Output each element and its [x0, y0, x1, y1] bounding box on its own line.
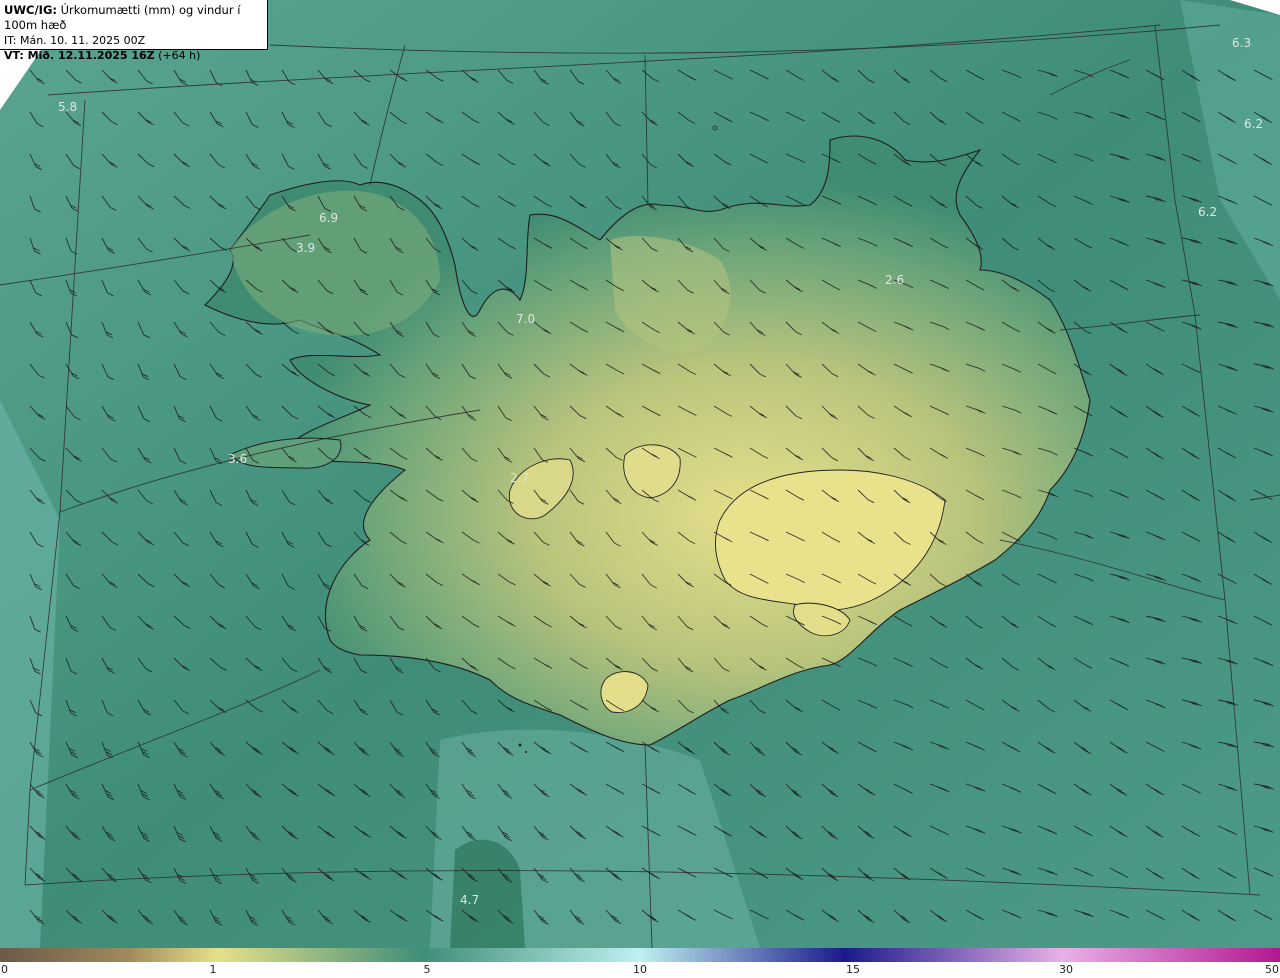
precipitation-wind-map: 5.8 6.9 3.9 7.0 3.6 2.7 2.6 6.3 6.2 6.2 … [0, 0, 1280, 948]
value-label: 2.6 [885, 273, 904, 287]
map-info-box: UWC/IG: Úrkomumætti (mm) og vindur í 100… [0, 0, 268, 62]
colorbar-tick: 50 [1265, 963, 1279, 976]
colorbar-tick: 15 [846, 963, 860, 976]
colorbar-labels: 0 1 5 10 15 30 50 [0, 962, 1280, 978]
init-label: IT: [4, 34, 17, 47]
value-label: 6.2 [1244, 117, 1263, 131]
colorbar-tick: 5 [423, 963, 431, 976]
colorbar-tick: 30 [1059, 963, 1073, 976]
valid-label: VT: [4, 49, 24, 62]
colorbar-tick: 1 [209, 963, 217, 976]
value-label: 7.0 [516, 312, 535, 326]
value-label: 3.9 [296, 241, 315, 255]
valid-time-line: VT: Mið. 12.11.2025 16Z (+64 h) [4, 48, 263, 63]
model-name: UWC/IG: [4, 3, 57, 17]
value-label: 5.8 [58, 100, 77, 114]
title-line: UWC/IG: Úrkomumætti (mm) og vindur í 100… [4, 3, 263, 33]
init-time-line: IT: Mán. 10. 11. 2025 00Z [4, 33, 263, 48]
value-label: 2.7 [510, 471, 529, 485]
colorbar-tick: 10 [633, 963, 647, 976]
value-label: 4.7 [460, 893, 479, 907]
colorbar [0, 948, 1280, 962]
colorbar-tick: 0 [1, 963, 8, 976]
lead-time: (+64 h) [154, 49, 201, 62]
value-label: 6.3 [1232, 36, 1251, 50]
value-label: 6.2 [1198, 205, 1217, 219]
value-label: 6.9 [319, 211, 338, 225]
valid-value: Mið. 12.11.2025 16Z [23, 49, 155, 62]
value-label: 3.6 [228, 452, 247, 466]
init-value: Mán. 10. 11. 2025 00Z [16, 34, 146, 47]
